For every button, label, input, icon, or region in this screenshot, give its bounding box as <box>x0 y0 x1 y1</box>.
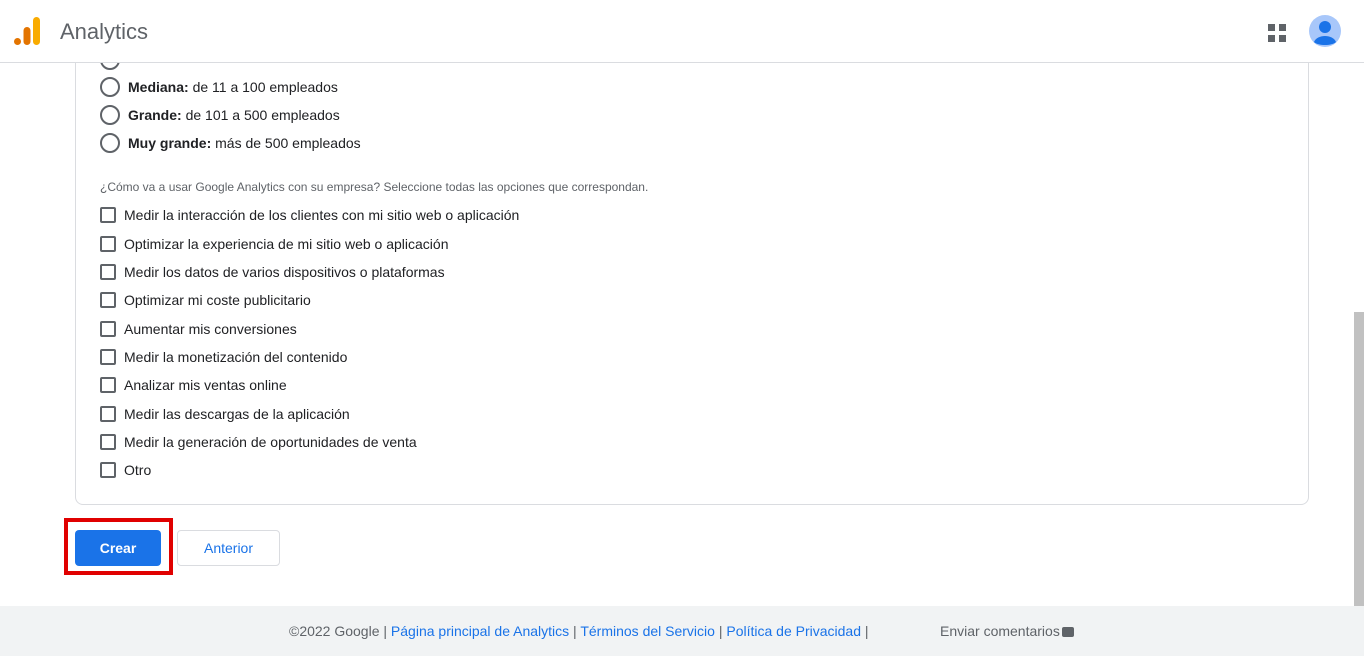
usage-option[interactable]: Medir la generación de oportunidades de … <box>100 432 417 452</box>
top-bar: Analytics <box>0 0 1364 63</box>
size-option-medium[interactable]: Mediana: de 11 a 100 empleados <box>100 76 338 98</box>
size-option-label: Mediana: de 11 a 100 empleados <box>128 79 338 95</box>
checkbox[interactable] <box>100 321 116 337</box>
terms-link[interactable]: Términos del Servicio <box>580 623 715 639</box>
analytics-logo-icon[interactable] <box>14 16 42 46</box>
main-content: Mediana: de 11 a 100 empleados Grande: d… <box>0 63 1364 606</box>
size-option-label: Grande: de 101 a 500 empleados <box>128 107 340 123</box>
usage-option[interactable]: Medir las descargas de la aplicación <box>100 404 350 424</box>
apps-grid-icon[interactable] <box>1268 24 1286 42</box>
usage-option[interactable]: Otro <box>100 460 151 480</box>
checkbox[interactable] <box>100 434 116 450</box>
usage-option[interactable]: Aumentar mis conversiones <box>100 319 297 339</box>
usage-option[interactable]: Analizar mis ventas online <box>100 375 287 395</box>
radio-button[interactable] <box>100 133 120 153</box>
back-button[interactable]: Anterior <box>177 530 280 566</box>
usage-option[interactable]: Medir la interacción de los clientes con… <box>100 205 519 225</box>
radio-button[interactable] <box>100 105 120 125</box>
analytics-home-link[interactable]: Página principal de Analytics <box>391 623 569 639</box>
feedback-icon <box>1061 627 1074 638</box>
usage-option[interactable]: Optimizar la experiencia de mi sitio web… <box>100 234 448 254</box>
checkbox[interactable] <box>100 349 116 365</box>
separator: | <box>864 623 869 639</box>
size-option-small[interactable] <box>100 63 128 71</box>
checkbox[interactable] <box>100 236 116 252</box>
usage-option[interactable]: Medir la monetización del contenido <box>100 347 347 367</box>
checkbox[interactable] <box>100 462 116 478</box>
radio-button[interactable] <box>100 63 120 70</box>
create-button[interactable]: Crear <box>75 530 161 566</box>
checkbox[interactable] <box>100 406 116 422</box>
privacy-link[interactable]: Política de Privacidad <box>726 623 861 639</box>
size-option-large[interactable]: Grande: de 101 a 500 empleados <box>100 104 340 126</box>
checkbox[interactable] <box>100 207 116 223</box>
footer: ©2022 Google | Página principal de Analy… <box>0 606 1364 656</box>
usage-question: ¿Cómo va a usar Google Analytics con su … <box>100 180 649 194</box>
checkbox[interactable] <box>100 264 116 280</box>
radio-button[interactable] <box>100 77 120 97</box>
size-option-label: Muy grande: más de 500 empleados <box>128 135 361 151</box>
footer-links: ©2022 Google | Página principal de Analy… <box>289 623 869 639</box>
account-avatar-icon[interactable] <box>1309 15 1341 47</box>
usage-option[interactable]: Optimizar mi coste publicitario <box>100 290 311 310</box>
copyright-text: ©2022 Google <box>289 623 380 639</box>
checkbox[interactable] <box>100 377 116 393</box>
separator: | <box>718 623 723 639</box>
size-option-very-large[interactable]: Muy grande: más de 500 empleados <box>100 132 361 154</box>
separator: | <box>383 623 388 639</box>
usage-option[interactable]: Medir los datos de varios dispositivos o… <box>100 262 445 282</box>
app-title: Analytics <box>60 19 149 44</box>
checkbox[interactable] <box>100 292 116 308</box>
scrollbar[interactable] <box>1354 312 1364 606</box>
separator: | <box>573 623 577 639</box>
send-feedback-link[interactable]: Enviar comentarios <box>940 623 1074 639</box>
